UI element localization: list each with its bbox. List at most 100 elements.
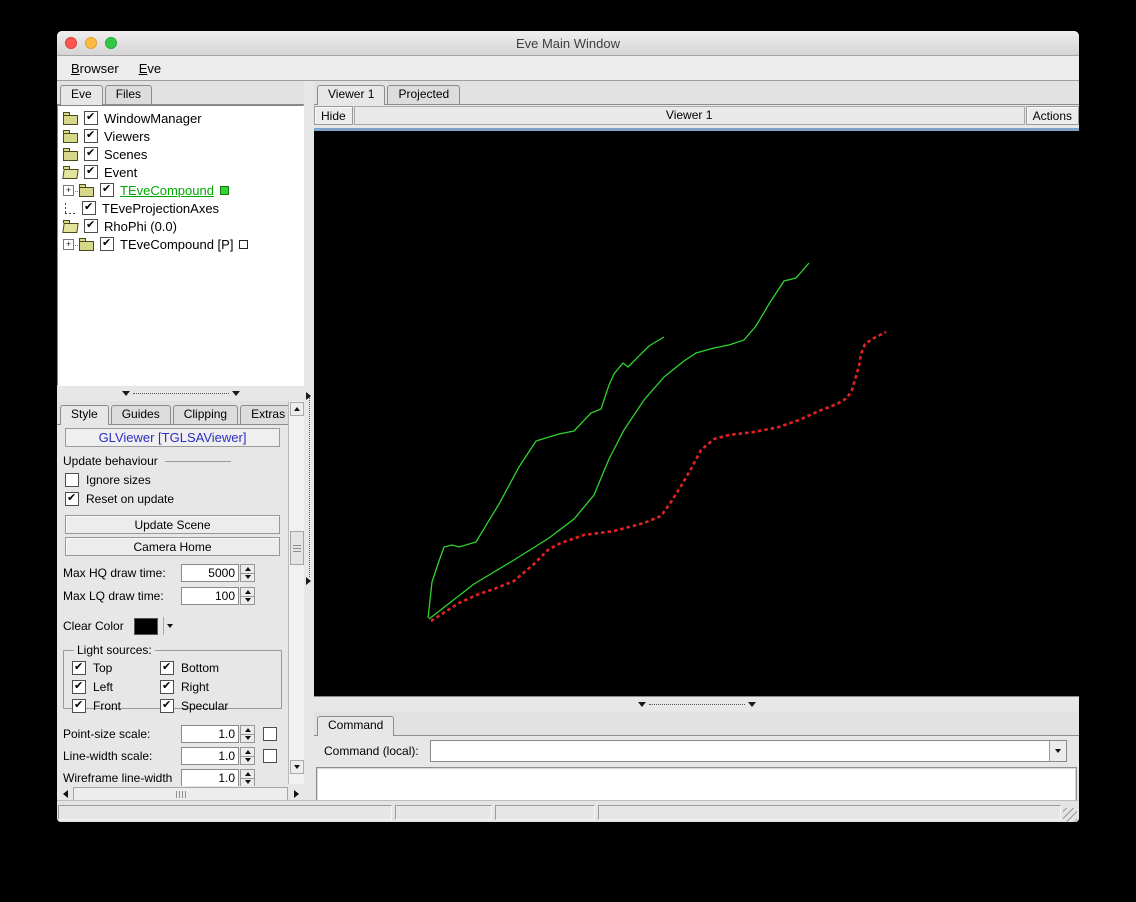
checkbox-icon[interactable] (100, 236, 114, 251)
spin-down-button[interactable] (240, 756, 255, 765)
scroll-up-button[interactable] (289, 402, 304, 416)
tab-command[interactable]: Command (317, 716, 395, 736)
tree-item-teveprojectionaxes[interactable]: TEveProjectionAxes (58, 199, 303, 217)
tree-item-label[interactable]: TEveCompound [P] (120, 237, 233, 252)
menu-eve[interactable]: Eve (131, 59, 169, 78)
checkbox-icon[interactable] (84, 146, 98, 161)
tab-eve[interactable]: Eve (60, 85, 103, 105)
line-width-input[interactable]: 1.0 (181, 747, 239, 765)
tab-guides[interactable]: Guides (110, 405, 171, 424)
minimize-button[interactable] (85, 37, 97, 49)
max-hq-input[interactable]: 5000 (181, 564, 239, 582)
checkbox-icon[interactable] (72, 679, 86, 694)
update-scene-button[interactable]: Update Scene (65, 515, 280, 534)
point-size-spinner[interactable] (240, 725, 255, 743)
tab-files[interactable]: Files (104, 85, 153, 104)
checkbox-icon[interactable] (84, 128, 98, 143)
zoom-button[interactable] (105, 37, 117, 49)
checkbox-icon[interactable] (84, 110, 98, 125)
checkbox-icon[interactable] (84, 218, 98, 233)
line-width-checkbox[interactable] (263, 749, 277, 763)
reset-on-update-checkbox[interactable]: Reset on update (65, 491, 288, 506)
checkbox-icon[interactable] (65, 472, 79, 487)
tab-style[interactable]: Style (60, 405, 109, 425)
max-lq-input[interactable]: 100 (181, 587, 239, 605)
light-top-checkbox[interactable]: Top (72, 660, 160, 675)
command-input[interactable] (431, 741, 1049, 761)
gl-canvas[interactable] (314, 131, 1075, 696)
spin-up-button[interactable] (240, 769, 255, 779)
wireframe-input[interactable]: 1.0 (181, 769, 239, 786)
checkbox-icon[interactable] (160, 679, 174, 694)
tree-item-label[interactable]: Event (104, 165, 137, 180)
wireframe-spinner[interactable] (240, 769, 255, 786)
max-hq-spinner[interactable] (240, 564, 255, 582)
tree-item-scenes[interactable]: Scenes (58, 145, 303, 163)
hide-button[interactable]: Hide (314, 106, 353, 125)
tree-item-tevecompound-p[interactable]: + TEveCompound [P] (58, 235, 303, 253)
spin-up-button[interactable] (240, 747, 255, 757)
checkbox-icon[interactable] (100, 182, 114, 197)
tree-item-label[interactable]: TEveCompound (120, 183, 214, 198)
tree-item-windowmanager[interactable]: WindowManager (58, 109, 303, 127)
checkbox-icon[interactable] (160, 698, 174, 713)
scroll-down-button[interactable] (289, 760, 304, 774)
glviewer-name-button[interactable]: GLViewer [TGLSAViewer] (65, 428, 280, 447)
panel-splitter[interactable] (304, 81, 314, 800)
checkbox-icon[interactable] (72, 698, 86, 713)
tab-clipping[interactable]: Clipping (172, 405, 239, 424)
light-specular-checkbox[interactable]: Specular (160, 698, 260, 713)
resize-grip-icon[interactable] (1063, 808, 1077, 822)
tree-item-label[interactable]: WindowManager (104, 111, 202, 126)
tree-item-viewers[interactable]: Viewers (58, 127, 303, 145)
tree-item-event[interactable]: Event (58, 163, 303, 181)
tree-item-label[interactable]: Scenes (104, 147, 147, 162)
expand-plus-icon[interactable]: + (63, 238, 80, 250)
light-right-checkbox[interactable]: Right (160, 679, 260, 694)
checkbox-icon[interactable] (84, 164, 98, 179)
expand-plus-icon[interactable]: + (63, 184, 80, 196)
point-size-checkbox[interactable] (263, 727, 277, 741)
menu-browser[interactable]: Browser (63, 59, 127, 78)
tree-style-splitter[interactable] (57, 386, 304, 401)
scroll-left-button[interactable] (59, 788, 71, 800)
tab-projected[interactable]: Projected (387, 85, 461, 104)
checkbox-icon[interactable] (72, 660, 86, 675)
tree-item-label[interactable]: TEveProjectionAxes (102, 201, 219, 216)
ignore-sizes-checkbox[interactable]: Ignore sizes (65, 472, 288, 487)
command-combobox[interactable] (430, 740, 1067, 762)
checkbox-icon[interactable] (82, 200, 96, 215)
spin-down-button[interactable] (240, 734, 255, 743)
tree-item-label[interactable]: RhoPhi (0.0) (104, 219, 177, 234)
scrollbar-thumb[interactable] (289, 531, 304, 565)
max-lq-spinner[interactable] (240, 587, 255, 605)
spin-down-button[interactable] (240, 596, 255, 605)
tree-item-rhophi-0-0[interactable]: RhoPhi (0.0) (58, 217, 303, 235)
gl-viewport[interactable] (314, 128, 1079, 697)
titlebar[interactable]: Eve Main Window (57, 31, 1079, 56)
point-size-input[interactable]: 1.0 (181, 725, 239, 743)
spin-up-button[interactable] (240, 587, 255, 597)
actions-button[interactable]: Actions (1025, 106, 1079, 125)
spin-down-button[interactable] (240, 573, 255, 582)
line-width-spinner[interactable] (240, 747, 255, 765)
light-bottom-checkbox[interactable]: Bottom (160, 660, 260, 675)
checkbox-icon[interactable] (160, 660, 174, 675)
clear-color-swatch[interactable] (133, 617, 158, 635)
tree-item-tevecompound[interactable]: + TEveCompound (58, 181, 303, 199)
command-output[interactable] (316, 767, 1077, 803)
viewer-titlebar[interactable]: Viewer 1 (353, 106, 1025, 125)
checkbox-icon[interactable] (65, 491, 79, 506)
tab-viewer-1[interactable]: Viewer 1 (317, 85, 386, 105)
light-front-checkbox[interactable]: Front (72, 698, 160, 713)
spin-down-button[interactable] (240, 778, 255, 786)
spin-up-button[interactable] (240, 564, 255, 574)
viewer-command-splitter[interactable] (314, 697, 1079, 712)
color-dropdown-arrow-icon[interactable] (166, 624, 173, 628)
style-scrollbar[interactable] (288, 401, 304, 784)
scroll-right-button[interactable] (290, 788, 302, 800)
spin-up-button[interactable] (240, 725, 255, 735)
light-left-checkbox[interactable]: Left (72, 679, 160, 694)
camera-home-button[interactable]: Camera Home (65, 537, 280, 556)
tree-item-label[interactable]: Viewers (104, 129, 150, 144)
